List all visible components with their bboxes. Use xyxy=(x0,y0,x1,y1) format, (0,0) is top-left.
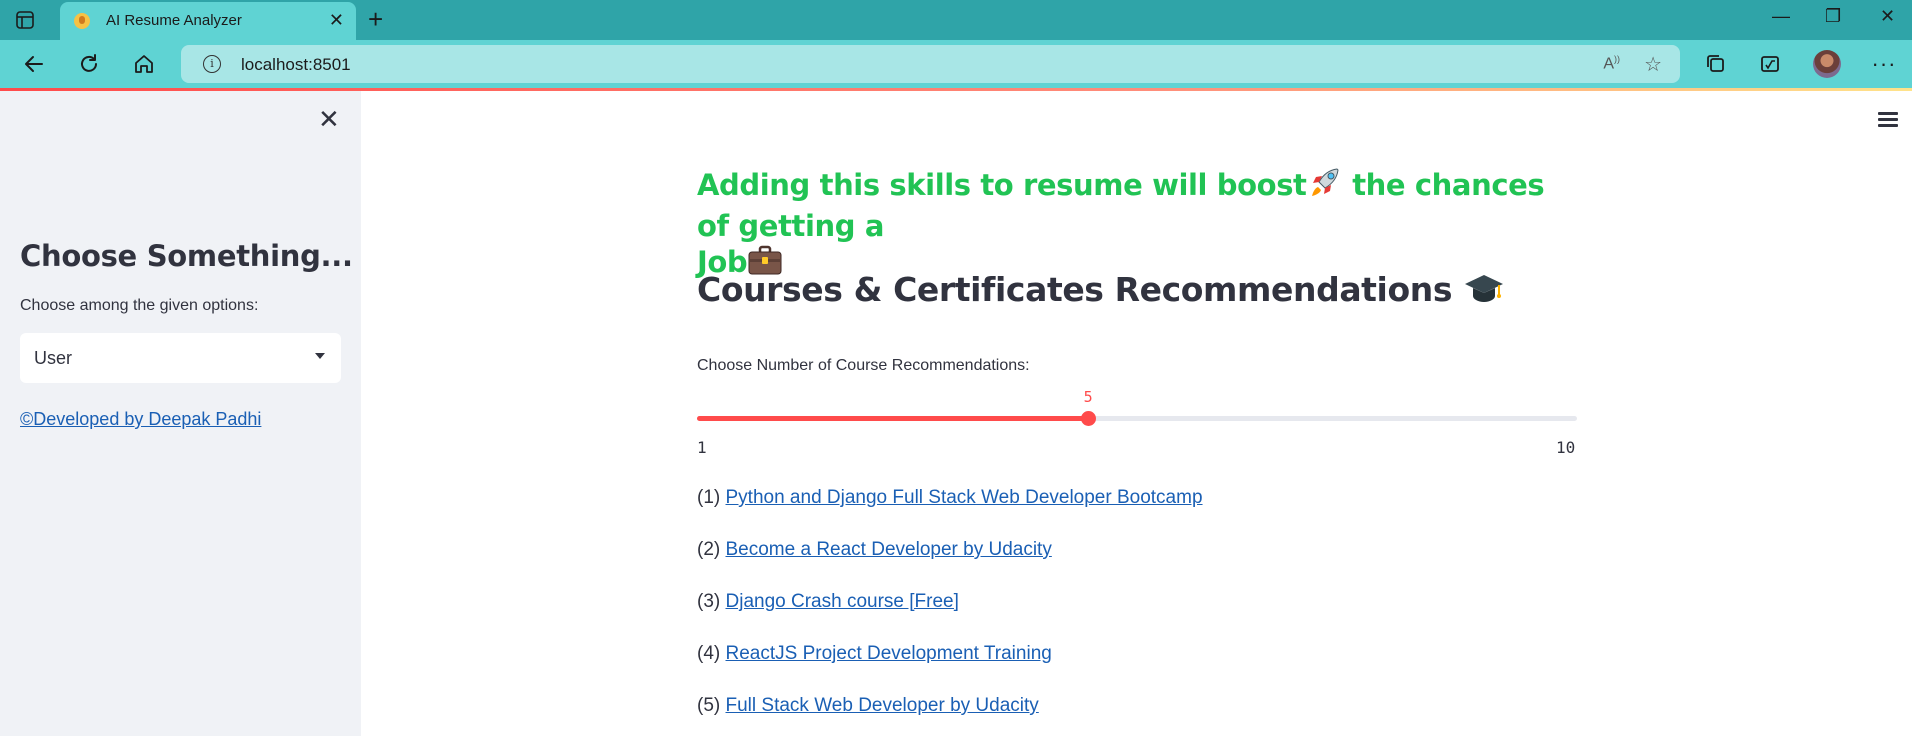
math-solver-icon[interactable] xyxy=(1756,50,1784,78)
select-value: User xyxy=(34,348,73,368)
skills-boost-message: Adding this skills to resume will boost … xyxy=(697,166,1577,284)
course-link[interactable]: Django Crash course [Free] xyxy=(726,591,959,612)
browser-toolbar: i localhost:8501 A)) ☆ ··· xyxy=(0,40,1912,88)
site-info-icon[interactable]: i xyxy=(203,55,221,73)
slider-current-value: 5 xyxy=(1083,388,1093,406)
read-aloud-icon[interactable]: A)) xyxy=(1603,54,1620,73)
list-item: (3) Django Crash course [Free] xyxy=(697,588,1203,640)
course-link[interactable]: Become a React Developer by Udacity xyxy=(726,539,1052,560)
favorite-star-icon[interactable]: ☆ xyxy=(1644,52,1662,77)
refresh-icon[interactable] xyxy=(75,50,103,78)
course-link[interactable]: Full Stack Web Developer by Udacity xyxy=(726,695,1039,716)
rocket-icon xyxy=(1307,166,1343,208)
chevron-down-icon xyxy=(315,353,325,359)
developer-credit-link[interactable]: ©Developed by Deepak Padhi xyxy=(20,409,261,430)
window-close-icon[interactable]: ✕ xyxy=(1880,6,1895,27)
select-label: Choose among the given options: xyxy=(20,297,259,314)
browser-titlebar: AI Resume Analyzer ✕ + — ❐ ✕ xyxy=(0,0,1912,40)
slider-max-label: 10 xyxy=(1556,438,1576,457)
slider-thumb[interactable] xyxy=(1081,411,1097,426)
url-text[interactable]: localhost:8501 xyxy=(241,55,351,75)
favicon-icon xyxy=(74,13,90,29)
course-link[interactable]: Python and Django Full Stack Web Develop… xyxy=(726,487,1203,508)
minimize-icon[interactable]: — xyxy=(1772,6,1790,27)
course-link[interactable]: ReactJS Project Development Training xyxy=(726,643,1052,664)
course-index: (2) xyxy=(697,539,726,560)
new-tab-icon[interactable]: + xyxy=(368,6,383,32)
profile-avatar[interactable] xyxy=(1813,50,1841,78)
sidebar-close-icon[interactable]: ✕ xyxy=(318,106,340,132)
tab-title: AI Resume Analyzer xyxy=(106,12,242,29)
list-item: (2) Become a React Developer by Udacity xyxy=(697,536,1203,588)
browser-tab-active[interactable]: AI Resume Analyzer ✕ xyxy=(60,2,356,40)
graduation-cap-icon xyxy=(1463,271,1505,313)
course-index: (4) xyxy=(697,643,726,664)
slider-fill xyxy=(697,416,1089,421)
courses-heading-text: Courses & Certificates Recommendations xyxy=(697,270,1453,309)
sidebar-title: Choose Something... xyxy=(20,239,353,273)
skills-message-part1: Adding this skills to resume will boost xyxy=(697,168,1307,202)
slider-min-label: 1 xyxy=(697,438,707,457)
user-type-select[interactable]: User xyxy=(20,333,341,383)
slider-label: Choose Number of Course Recommendations: xyxy=(697,357,1030,374)
list-item: (4) ReactJS Project Development Training xyxy=(697,640,1203,692)
more-options-icon[interactable]: ··· xyxy=(1870,50,1898,78)
course-index: (1) xyxy=(697,487,726,508)
address-bar[interactable]: i localhost:8501 A)) ☆ xyxy=(181,45,1680,83)
course-recommendation-list: (1) Python and Django Full Stack Web Dev… xyxy=(697,484,1203,744)
back-icon[interactable] xyxy=(20,50,48,78)
home-icon[interactable] xyxy=(130,50,158,78)
course-index: (5) xyxy=(697,695,726,716)
restore-icon[interactable]: ❐ xyxy=(1825,6,1841,27)
list-item: (5) Full Stack Web Developer by Udacity xyxy=(697,692,1203,744)
course-count-slider[interactable]: 5 xyxy=(697,388,1577,426)
collections-icon[interactable] xyxy=(1702,50,1730,78)
courses-heading: Courses & Certificates Recommendations xyxy=(697,270,1505,313)
sidebar: ✕ Choose Something... Choose among the g… xyxy=(0,91,361,736)
list-item: (1) Python and Django Full Stack Web Dev… xyxy=(697,484,1203,536)
course-index: (3) xyxy=(697,591,726,612)
tab-actions-icon[interactable] xyxy=(14,9,36,31)
hamburger-menu-icon[interactable] xyxy=(1878,112,1898,128)
tab-close-icon[interactable]: ✕ xyxy=(329,10,344,30)
